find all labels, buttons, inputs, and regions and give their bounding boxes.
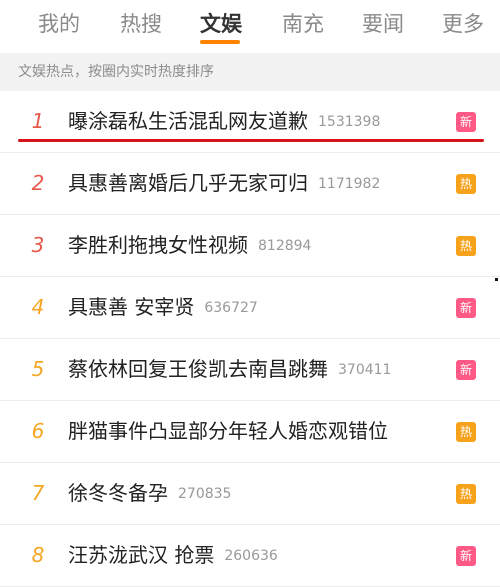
tab-nanchong[interactable]: 南充 — [282, 8, 324, 40]
item-title-line: 蔡依林回复王俊凯去南昌跳舞 370411 — [68, 354, 391, 385]
item-title-line: 曝涂磊私生活混乱网友道歉 1531398 — [68, 106, 380, 137]
rank-number: 2 — [31, 171, 45, 195]
rank-number: 7 — [31, 481, 45, 505]
item-title: 徐冬冬备孕 — [68, 481, 168, 505]
edge-mark — [495, 278, 498, 281]
hot-badge: 热 — [456, 484, 476, 504]
hot-list-item[interactable]: 7 徐冬冬备孕 270835 热 — [0, 463, 500, 525]
new-badge: 新 — [456, 360, 476, 380]
rank-number: 8 — [31, 543, 45, 567]
category-tab-bar: 我的 热搜 文娱 南充 要闻 更多 — [0, 0, 500, 46]
item-title-line: 汪苏泷武汉 抢票 260636 — [68, 540, 278, 571]
highlight-underline — [18, 139, 484, 142]
item-title-line: 胖猫事件凸显部分年轻人婚恋观错位 — [68, 416, 388, 446]
hot-badge: 热 — [456, 422, 476, 442]
item-title: 胖猫事件凸显部分年轻人婚恋观错位 — [68, 419, 388, 443]
tab-entertainment[interactable]: 文娱 — [200, 8, 242, 40]
item-title: 曝涂磊私生活混乱网友道歉 — [68, 109, 308, 133]
heat-count: 1531398 — [318, 114, 381, 130]
heat-count: 260636 — [224, 548, 278, 564]
heat-count: 270835 — [178, 486, 232, 502]
rank-number: 4 — [31, 295, 45, 319]
tab-news[interactable]: 要闻 — [362, 8, 404, 40]
hot-list-item[interactable]: 1 曝涂磊私生活混乱网友道歉 1531398 新 — [0, 91, 500, 153]
subtitle-bar: 文娱热点，按圈内实时热度排序 — [0, 53, 500, 91]
active-tab-indicator — [200, 40, 240, 44]
hot-list-item[interactable]: 5 蔡依林回复王俊凯去南昌跳舞 370411 新 — [0, 339, 500, 401]
new-badge: 新 — [456, 112, 476, 132]
item-title: 李胜利拖拽女性视频 — [68, 233, 248, 257]
new-badge: 新 — [456, 298, 476, 318]
rank-number: 3 — [31, 233, 45, 257]
rank-number: 5 — [31, 357, 45, 381]
new-badge: 新 — [456, 546, 476, 566]
heat-count: 636727 — [204, 300, 258, 316]
tab-more[interactable]: 更多 — [442, 8, 484, 40]
hot-list-item[interactable]: 3 李胜利拖拽女性视频 812894 热 — [0, 215, 500, 277]
hot-badge: 热 — [456, 236, 476, 256]
hot-list-item[interactable]: 8 汪苏泷武汉 抢票 260636 新 — [0, 525, 500, 587]
rank-number: 1 — [31, 109, 45, 133]
item-title: 汪苏泷武汉 抢票 — [68, 543, 215, 567]
hot-badge: 热 — [456, 174, 476, 194]
item-title: 具惠善 安宰贤 — [68, 295, 195, 319]
tab-mine[interactable]: 我的 — [38, 8, 80, 40]
item-title: 具惠善离婚后几乎无家可归 — [68, 171, 308, 195]
item-title-line: 李胜利拖拽女性视频 812894 — [68, 230, 311, 261]
hot-list-item[interactable]: 6 胖猫事件凸显部分年轻人婚恋观错位 热 — [0, 401, 500, 463]
item-title-line: 具惠善离婚后几乎无家可归 1171982 — [68, 168, 380, 199]
hot-list-item[interactable]: 4 具惠善 安宰贤 636727 新 — [0, 277, 500, 339]
list-subtitle: 文娱热点，按圈内实时热度排序 — [18, 64, 214, 80]
tab-hot-search[interactable]: 热搜 — [120, 8, 162, 40]
item-title-line: 徐冬冬备孕 270835 — [68, 478, 231, 509]
heat-count: 812894 — [258, 238, 312, 254]
item-title-line: 具惠善 安宰贤 636727 — [68, 292, 258, 323]
item-title: 蔡依林回复王俊凯去南昌跳舞 — [68, 357, 328, 381]
heat-count: 370411 — [338, 362, 392, 378]
heat-count: 1171982 — [318, 176, 381, 192]
rank-number: 6 — [31, 419, 45, 443]
hot-list-item[interactable]: 2 具惠善离婚后几乎无家可归 1171982 热 — [0, 153, 500, 215]
